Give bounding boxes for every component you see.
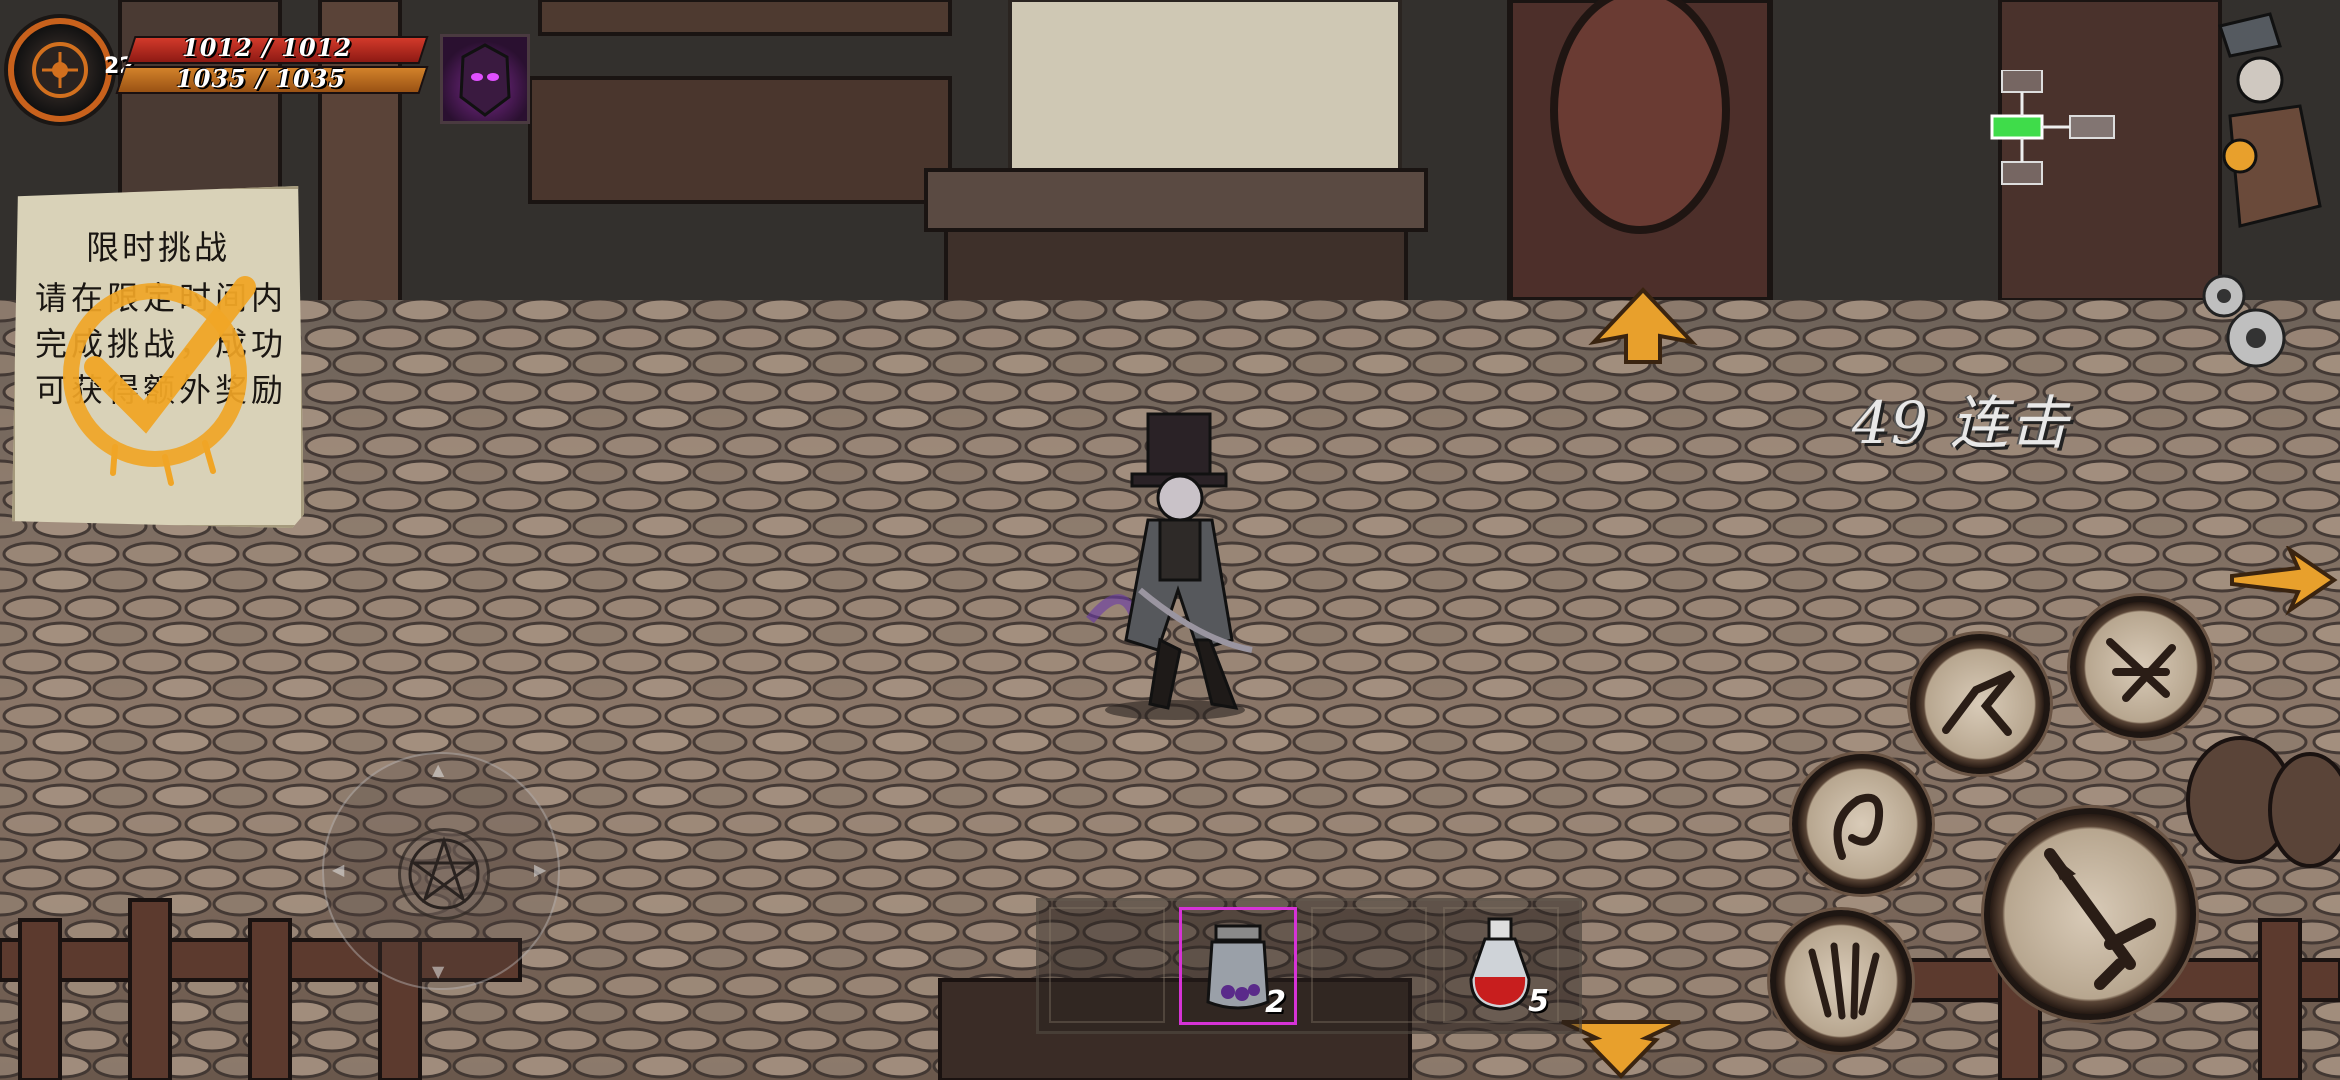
pentagram-icon: [408, 836, 480, 910]
minimap-current-room: [1990, 114, 2044, 140]
joystick-knob[interactable]: [398, 828, 490, 920]
skill-button-spin-slash[interactable]: [2070, 596, 2212, 738]
item-slot-3[interactable]: [1311, 907, 1427, 1023]
class-emblem-icon: [32, 42, 88, 98]
virtual-joystick[interactable]: ▲ ▼ ◀ ▶: [322, 752, 560, 990]
item-slot-4[interactable]: 5: [1443, 907, 1559, 1023]
player-level-ring: [8, 18, 112, 122]
npc-portrait-icon: [2218, 12, 2322, 228]
leap-strike-skill-icon: [1942, 670, 2016, 736]
quick-item-bar: 2 5: [1036, 898, 1582, 1034]
right-arrow-icon[interactable]: [2228, 546, 2338, 616]
settings-gear-icon[interactable]: [2186, 266, 2296, 376]
boss-portrait-icon[interactable]: [440, 34, 530, 124]
joystick-left-indicator: ◀: [332, 860, 345, 879]
minimap[interactable]: [1990, 70, 2120, 190]
whirl-skill-icon: [1833, 793, 1883, 860]
combo-counter: 49 连击: [1852, 389, 2071, 457]
claw-skill-icon: [1808, 942, 1880, 1020]
skill-button-whirl[interactable]: [1792, 754, 1932, 894]
joystick-up-indicator: ▲: [432, 760, 445, 779]
item-slot-1[interactable]: [1049, 907, 1165, 1023]
up-arrow-icon[interactable]: [1588, 286, 1698, 366]
item-count: 5: [1528, 984, 1549, 1019]
timed-challenge-note: 限时挑战 请在限定时间内完成挑战，成功可获得额外奖励: [12, 186, 304, 528]
mp-text: 1035 / 1035: [176, 64, 347, 93]
joystick-right-indicator: ▶: [534, 860, 547, 879]
spin-slash-skill-icon: [2106, 638, 2176, 702]
skill-button-claw[interactable]: [1770, 910, 1912, 1052]
item-slot-2[interactable]: 2: [1179, 907, 1297, 1025]
challenge-complete-check-icon: [63, 276, 256, 486]
attack-button[interactable]: [1984, 808, 2196, 1020]
hp-text: 1012 / 1012: [182, 33, 353, 62]
sword-attack-icon: [2044, 848, 2156, 990]
joystick-down-indicator: ▼: [432, 962, 445, 981]
item-count: 2: [1265, 985, 1286, 1020]
skill-button-leap-strike[interactable]: [1910, 634, 2050, 774]
challenge-title: 限时挑战: [86, 228, 230, 267]
